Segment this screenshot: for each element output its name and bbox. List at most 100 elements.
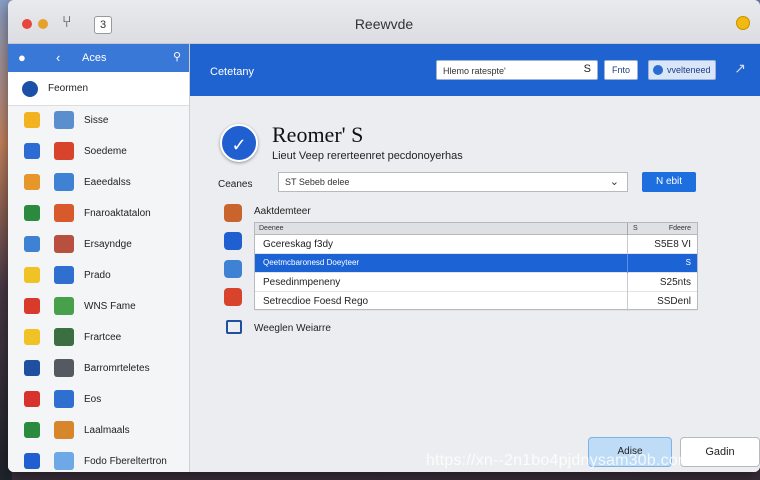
status-orb-icon[interactable] xyxy=(736,16,750,30)
sidebar-header: ● ‹ Aces ⚲ xyxy=(8,44,189,72)
app-secondary-icon xyxy=(54,297,74,315)
column-divider xyxy=(627,254,628,273)
sidebar-item[interactable]: Fodo Fbereltertron xyxy=(8,447,189,472)
sidebar-item-label: Prado xyxy=(84,270,111,281)
ok-button[interactable]: Gadin xyxy=(680,437,760,467)
sidebar-item[interactable]: Ersayndge xyxy=(8,230,189,261)
app-icon xyxy=(24,143,40,159)
app-window: ⑂ 3 Reewvde ● ‹ Aces ⚲ Feormen Sisse Soed… xyxy=(8,0,760,472)
sidebar-header-label: Aces xyxy=(82,52,107,64)
sidebar-item-label: Sisse xyxy=(84,115,109,126)
sidebar-items: Sisse Soedeme Eaeedalss Fnaroaktatalon Ersay… xyxy=(8,106,189,472)
window-title: Reewvde xyxy=(354,16,414,32)
table-row[interactable]: Pesedinmpeneny S25nts xyxy=(255,273,697,292)
title-bar: ⑂ 3 Reewvde xyxy=(8,0,760,44)
sidebar-item-label: Soedeme xyxy=(84,146,127,157)
column-header[interactable]: Deenee xyxy=(259,225,284,232)
row-value: S25nts xyxy=(659,277,691,288)
app-icon xyxy=(24,236,40,252)
globe-icon xyxy=(22,81,38,97)
search-field[interactable]: S xyxy=(436,60,598,80)
app-secondary-icon xyxy=(54,328,74,346)
footer-label: Weeglen Weiarre xyxy=(254,323,331,334)
app-secondary-icon xyxy=(54,111,74,129)
filter-button[interactable]: Fnto xyxy=(604,60,638,80)
column-divider xyxy=(627,235,628,254)
watermark-url: https://xn--2n1bo4pjdnysam30b.com xyxy=(426,452,692,469)
sidebar-item-label: Fnaroaktatalon xyxy=(84,208,151,219)
table-header: Deenee S Fdeere xyxy=(255,223,697,235)
app-icon xyxy=(24,453,40,469)
list-app-icon xyxy=(224,260,242,278)
sidebar-item[interactable]: Frartcee xyxy=(8,323,189,354)
row-name: Setrecdioe Foesd Rego xyxy=(263,296,369,307)
breadcrumb[interactable]: Cetetany xyxy=(210,66,254,78)
row-value: SSDenl xyxy=(657,296,691,307)
sidebar-item-label: Barromrteletes xyxy=(84,363,150,374)
sidebar-item-label: Eos xyxy=(84,394,102,405)
page-title: Reomer' S xyxy=(272,122,364,147)
column-divider xyxy=(627,292,628,311)
search-suffix-icon[interactable]: S xyxy=(584,63,591,75)
table-row[interactable]: Setrecdioe Foesd Rego SSDenl xyxy=(255,292,697,311)
row-value: S5E8 VI xyxy=(654,239,691,250)
sidebar-item-label: Eaeedalss xyxy=(84,177,131,188)
app-secondary-icon xyxy=(54,452,74,470)
select-label: Ceanes xyxy=(218,179,253,190)
sidebar-item[interactable]: Fnaroaktatalon xyxy=(8,199,189,230)
top-toolbar: Cetetany S Fnto vvelteneed ↗ xyxy=(190,44,760,96)
sidebar-item-label: Laalmaals xyxy=(84,425,130,436)
chevron-down-icon: ⌄ xyxy=(609,176,619,188)
list-side-icons xyxy=(224,204,242,316)
sidebar-back-icon[interactable]: ‹ xyxy=(56,50,60,65)
user-button-label: vvelteneed xyxy=(667,65,711,75)
app-icon xyxy=(24,112,40,128)
app-secondary-icon xyxy=(54,421,74,439)
app-icon xyxy=(24,267,40,283)
next-button[interactable]: N ebit xyxy=(642,172,696,192)
column-divider xyxy=(627,273,628,292)
column-header[interactable]: Fdeere xyxy=(669,225,691,232)
list-app-icon xyxy=(224,204,242,222)
app-secondary-icon xyxy=(54,173,74,191)
sidebar-item[interactable]: Laalmaals xyxy=(8,416,189,447)
data-table: Deenee S Fdeere Gcereskag f3dy S5E8 VI Qee… xyxy=(254,222,698,311)
user-globe-icon xyxy=(653,65,663,75)
sidebar-item[interactable]: Soedeme xyxy=(8,137,189,168)
list-app-icon xyxy=(224,288,242,306)
sidebar-item[interactable]: Barromrteletes xyxy=(8,354,189,385)
app-icon xyxy=(24,360,40,376)
search-input[interactable] xyxy=(437,62,557,80)
sidebar-item[interactable]: Eaeedalss xyxy=(8,168,189,199)
column-divider[interactable] xyxy=(627,223,628,235)
checkbox-icon[interactable] xyxy=(226,320,242,334)
app-icon xyxy=(24,391,40,407)
app-icon xyxy=(24,422,40,438)
row-name: Pesedinmpeneny xyxy=(263,277,341,288)
table-row[interactable]: Qeetmcbaronesd Doeyteer S xyxy=(255,254,697,273)
app-icon xyxy=(24,298,40,314)
column-header[interactable]: S xyxy=(633,225,638,232)
expand-arrow-icon[interactable]: ↗ xyxy=(734,60,746,77)
app-secondary-icon xyxy=(54,266,74,284)
sidebar-item[interactable]: Sisse xyxy=(8,106,189,137)
sidebar-item-selected[interactable]: Feormen xyxy=(8,72,189,106)
row-name: Qeetmcbaronesd Doeyteer xyxy=(263,258,360,267)
user-button[interactable]: vvelteneed xyxy=(648,60,716,80)
sidebar-search-icon[interactable]: ⚲ xyxy=(173,50,181,63)
sidebar: ● ‹ Aces ⚲ Feormen Sisse Soedeme Eaeedalss… xyxy=(8,44,190,472)
category-select[interactable]: ST Sebeb delee ⌄ xyxy=(278,172,628,192)
app-secondary-icon xyxy=(54,390,74,408)
sidebar-item-label: Feormen xyxy=(48,83,89,94)
checkmark-badge-icon: ✓ xyxy=(220,124,258,162)
list-title: Aaktdemteer xyxy=(254,206,311,217)
table-row[interactable]: Gcereskag f3dy S5E8 VI xyxy=(255,235,697,254)
table-body: Gcereskag f3dy S5E8 VI Qeetmcbaronesd Doey… xyxy=(255,235,697,311)
app-secondary-icon xyxy=(54,204,74,222)
sidebar-app-icon[interactable]: ● xyxy=(18,50,26,65)
sidebar-item-label: Frartcee xyxy=(84,332,122,343)
app-icon xyxy=(24,205,40,221)
sidebar-item[interactable]: Eos xyxy=(8,385,189,416)
sidebar-item[interactable]: Prado xyxy=(8,261,189,292)
sidebar-item[interactable]: WNS Fame xyxy=(8,292,189,323)
